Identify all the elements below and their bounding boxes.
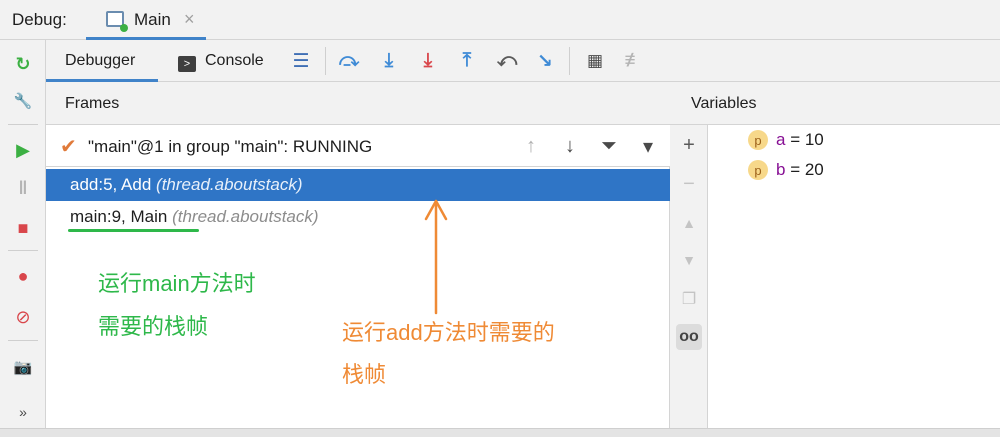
- mute-breakpoints-icon[interactable]: ⊘: [9, 303, 37, 331]
- tab-main[interactable]: Main ×: [86, 0, 206, 40]
- variable-equals: =: [785, 160, 805, 179]
- parameter-icon: p: [748, 130, 768, 150]
- variable-value: 10: [804, 130, 824, 149]
- annotation-underline: [68, 229, 199, 232]
- camera-icon[interactable]: 📷: [9, 353, 37, 381]
- move-down-icon[interactable]: ▼: [676, 247, 702, 273]
- move-up-icon[interactable]: ▲: [676, 210, 702, 236]
- separator: [8, 124, 38, 125]
- copy-icon[interactable]: ❐: [676, 286, 702, 312]
- annotation-add-frame-line2: 栈帧: [342, 362, 387, 387]
- thread-selector[interactable]: ✔ "main"@1 in group "main": RUNNING ↑ ↓ …: [46, 125, 670, 167]
- tab-debugger[interactable]: Debugger: [46, 40, 158, 82]
- separator: [325, 47, 326, 75]
- evaluate-expression-icon[interactable]: ▦: [582, 48, 608, 74]
- variables-title: Variables: [691, 95, 757, 112]
- debugger-toolbar: Debugger > Console ☰ ⤼ ⤓ ⤓ ⤒ ⤺ ↘ ▦ ≢: [46, 40, 1000, 82]
- frame-row-text: add:5, Add (thread.aboutstack): [70, 175, 303, 195]
- step-into-icon[interactable]: ⤓: [376, 48, 402, 74]
- tab-debugger-label: Debugger: [65, 52, 136, 69]
- frame-package: (thread.aboutstack): [172, 207, 319, 226]
- tab-main-label: Main: [134, 10, 171, 29]
- debug-left-toolbar: ↻ 🔧 ▶ ‖ ■ ● ⊘ 📷 »: [0, 40, 46, 437]
- annotation-main-frame-line1: 运行main方法时: [98, 271, 256, 296]
- check-icon: ✔: [60, 136, 77, 158]
- run-config-icon: [106, 11, 128, 32]
- drop-frame-icon[interactable]: ⤺: [494, 48, 520, 74]
- add-icon[interactable]: +: [676, 132, 702, 158]
- frames-header: Frames: [46, 83, 670, 125]
- variable-equals: =: [785, 130, 805, 149]
- stop-icon[interactable]: ■: [9, 214, 37, 242]
- glasses-icon[interactable]: oo: [676, 324, 702, 350]
- debug-label: Debug:: [12, 10, 67, 29]
- frame-method: add:5, Add: [70, 175, 152, 194]
- tab-console-label: Console: [205, 52, 264, 69]
- down-arrow-icon[interactable]: ↓: [557, 133, 583, 159]
- step-over-icon[interactable]: ⤼: [336, 48, 362, 74]
- frame-method: main:9, Main: [70, 207, 168, 226]
- console-icon: >: [178, 56, 196, 72]
- close-icon[interactable]: ×: [184, 9, 195, 30]
- up-arrow-icon[interactable]: ↑: [518, 133, 544, 159]
- chevron-down-icon[interactable]: ▾: [635, 133, 661, 159]
- annotation-add-frame-line1: 运行add方法时需要的: [342, 320, 555, 345]
- variable-row[interactable]: pb = 20: [748, 157, 824, 183]
- remove-icon[interactable]: −: [676, 171, 702, 197]
- variable-name: a: [776, 130, 786, 149]
- separator: [8, 340, 38, 341]
- separator: [569, 47, 570, 75]
- variable-value: 20: [804, 160, 824, 179]
- pause-icon[interactable]: ‖: [9, 174, 37, 202]
- frames-title: Frames: [65, 95, 120, 112]
- thread-label: "main"@1 in group "main": RUNNING: [88, 137, 373, 156]
- show-execution-point-icon[interactable]: ☰: [288, 48, 314, 74]
- frame-row-text: main:9, Main (thread.aboutstack): [70, 207, 319, 227]
- separator: [8, 250, 38, 251]
- variables-side-toolbar: + − ▲ ▼ ❐ oo: [670, 125, 708, 428]
- tab-console[interactable]: > Console: [178, 52, 264, 72]
- debug-tool-window-header: Debug: Main ×: [0, 0, 1000, 40]
- filter-icon[interactable]: ⏷: [596, 133, 622, 159]
- frame-package: (thread.aboutstack): [156, 175, 303, 194]
- parameter-icon: p: [748, 160, 768, 180]
- more-icon[interactable]: »: [9, 398, 37, 426]
- frame-row[interactable]: add:5, Add (thread.aboutstack): [46, 169, 670, 201]
- force-step-into-icon[interactable]: ⤓: [415, 48, 441, 74]
- variables-panel: pa = 10 pb = 20: [708, 125, 1000, 428]
- step-out-icon[interactable]: ⤒: [454, 48, 480, 74]
- bottom-tool-strip: [0, 428, 1000, 437]
- variables-header: Variables: [670, 83, 1000, 125]
- annotation-main-frame-line2: 需要的栈帧: [98, 314, 209, 339]
- variable-name: b: [776, 160, 786, 179]
- trace-stream-icon[interactable]: ≢: [621, 48, 647, 74]
- wrench-icon[interactable]: 🔧: [9, 87, 37, 115]
- variable-row[interactable]: pa = 10: [748, 127, 824, 153]
- run-to-cursor-icon[interactable]: ↘: [532, 48, 558, 74]
- view-breakpoints-icon[interactable]: ●: [9, 262, 37, 290]
- annotation-arrow: [424, 199, 448, 315]
- rerun-icon[interactable]: ↻: [9, 50, 37, 78]
- resume-icon[interactable]: ▶: [9, 136, 37, 164]
